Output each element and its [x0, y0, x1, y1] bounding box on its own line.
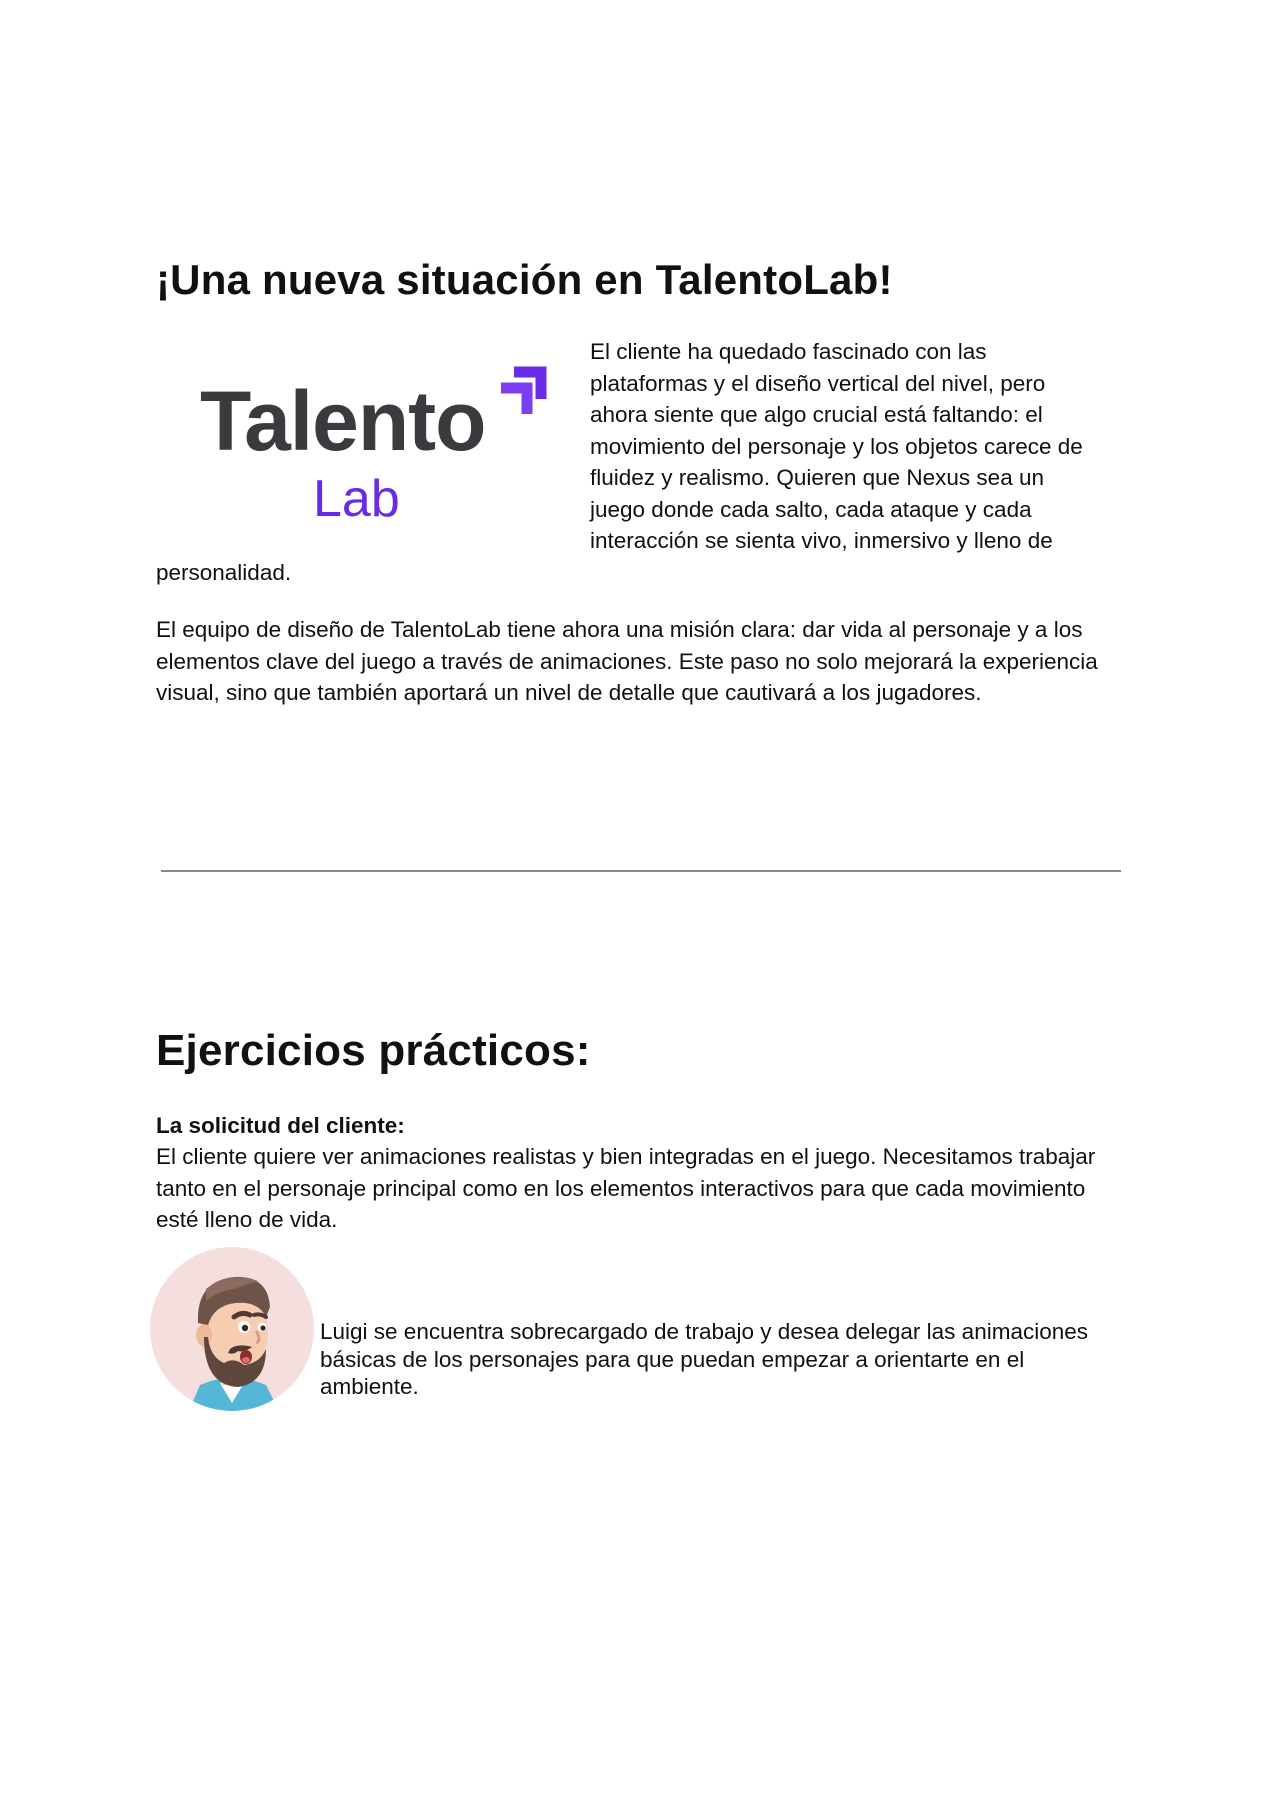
intro-line: juego donde cada salto, cada ataque y ca… [590, 496, 1032, 522]
logo-arrow-mark-icon [501, 366, 547, 414]
section-title-situation: ¡Una nueva situación en TalentoLab! [156, 256, 893, 303]
intro-line: fluidez y realismo. Quieren que Nexus se… [590, 465, 1044, 490]
intro-line: ahora siente que algo crucial está falta… [590, 402, 1043, 427]
talentolab-logo-graphic: Talento Lab [200, 366, 547, 528]
bearded-man-avatar-icon [148, 1245, 316, 1413]
intro-line: plataformas y el diseño vertical del niv… [590, 370, 1046, 396]
intro-line: movimiento del personaje y los objetos c… [590, 433, 1083, 459]
talentolab-logo: Talento Lab [196, 358, 556, 528]
document-page: ¡Una nueva situación en TalentoLab! Tale… [0, 0, 1274, 1800]
intro-line: interacción se sienta vivo, inmersivo y … [590, 528, 1053, 553]
luigi-note: Luigi se encuentra sobrecargado de traba… [320, 1319, 1088, 1399]
client-request-label: La solicitud del cliente: [156, 1113, 405, 1138]
section-title-exercises: Ejercicios prácticos: [156, 1026, 591, 1075]
intro-paragraph: El cliente ha quedado fascinado con las … [590, 336, 1130, 557]
client-request-text: El cliente quiere ver animaciones realis… [156, 1144, 1096, 1232]
mission-paragraph: El equipo de diseño de TalentoLab tiene … [156, 617, 1098, 705]
intro-paragraph-tail: personalidad. [156, 560, 292, 585]
intro-line: El cliente ha quedado fascinado con las [590, 339, 987, 364]
section-divider [161, 870, 1121, 872]
logo-word-talento: Talento [200, 374, 485, 468]
logo-word-lab: Lab [313, 470, 400, 523]
